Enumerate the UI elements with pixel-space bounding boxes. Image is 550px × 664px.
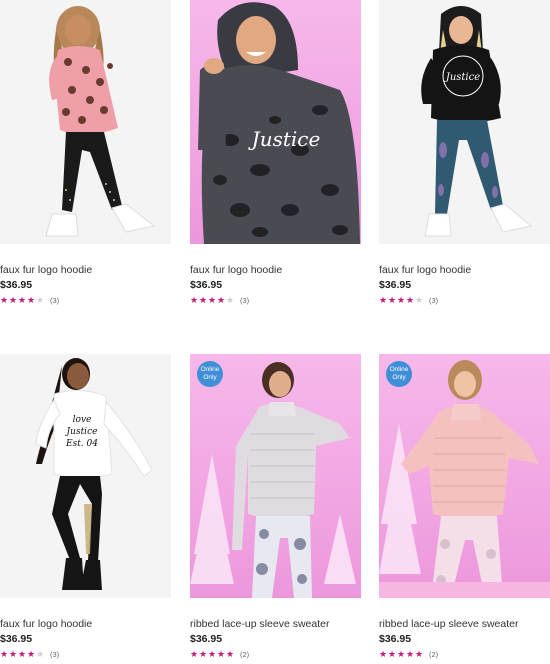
review-count[interactable]: (2) [429,650,438,659]
product-name[interactable]: faux fur logo hoodie [379,264,550,276]
star-rating: ★ ★ ★ ★ ★ [0,295,45,305]
star-icon: ★ [190,649,199,659]
star-icon: ★ [397,295,406,305]
product-price: $36.95 [0,633,33,645]
review-count[interactable]: (3) [429,296,438,305]
star-icon: ★ [27,295,36,305]
product-rating: ★ ★ ★ ★ ★ (3) [0,649,171,659]
product-image[interactable]: Online Only [190,354,361,598]
hoodie-print-line: love [73,415,92,425]
star-icon: ★ [397,649,406,659]
star-icon: ★ [9,649,18,659]
review-count[interactable]: (3) [50,650,59,659]
product-rating: ★ ★ ★ ★ ★ (2) [379,649,550,659]
star-icon: ★ [217,649,226,659]
hoodie-print: Justice [444,72,480,83]
product-price: $36.95 [0,279,33,291]
star-rating: ★ ★ ★ ★ ★ [190,295,235,305]
star-icon: ★ [379,649,388,659]
star-rating: ★ ★ ★ ★ ★ [0,649,45,659]
product-card[interactable]: Online Only ribbed lace-up sleeve sweate… [190,354,361,659]
star-icon: ★ [199,649,208,659]
product-card[interactable]: Justice faux fur logo hoodie $36.95 ★ ★ ★ ★… [379,0,550,305]
badge-line: Online [389,366,409,373]
star-icon: ★ [0,295,9,305]
star-icon: ★ [406,649,415,659]
product-rating: ★ ★ ★ ★ ★ (2) [190,649,361,659]
star-icon: ★ [190,295,199,305]
star-icon: ★ [406,295,415,305]
product-card[interactable]: Online Only ribbed lace-up sleeve sweate… [379,354,550,659]
product-rating: ★ ★ ★ ★ ★ (3) [0,295,171,305]
hoodie-print-line: Justice [65,427,98,437]
star-rating: ★ ★ ★ ★ ★ [190,649,235,659]
product-rating: ★ ★ ★ ★ ★ (3) [379,295,550,305]
star-icon: ★ [18,649,27,659]
star-icon: ★ [27,649,36,659]
badge-line: Only [203,374,217,381]
star-icon: ★ [226,649,235,659]
star-icon: ★ [208,649,217,659]
badge-line: Online [200,366,220,373]
review-count[interactable]: (2) [240,650,249,659]
product-price: $36.95 [379,633,412,645]
online-only-badge: Online Only [197,361,223,387]
star-icon: ★ [199,295,208,305]
product-image[interactable] [0,0,171,244]
hoodie-print: Justice [248,127,321,151]
star-icon: ★ [217,295,226,305]
star-icon: ★ [379,295,388,305]
star-icon: ★ [415,649,424,659]
star-icon: ★ [226,295,235,305]
star-icon: ★ [36,649,45,659]
star-icon: ★ [415,295,424,305]
product-card[interactable]: faux fur logo hoodie $36.95 ★ ★ ★ ★ ★ (3) [0,0,171,305]
star-rating: ★ ★ ★ ★ ★ [379,649,424,659]
star-icon: ★ [388,295,397,305]
product-name[interactable]: faux fur logo hoodie [0,264,171,276]
star-icon: ★ [0,649,9,659]
review-count[interactable]: (3) [50,296,59,305]
product-name[interactable]: faux fur logo hoodie [190,264,361,276]
star-icon: ★ [9,295,18,305]
star-icon: ★ [36,295,45,305]
product-image[interactable]: Online Only [379,354,550,598]
product-image[interactable]: Justice [379,0,550,244]
badge-line: Only [392,374,406,381]
product-price: $36.95 [379,279,412,291]
product-price: $36.95 [190,279,223,291]
star-icon: ★ [208,295,217,305]
product-image[interactable]: Justice [190,0,361,244]
online-only-badge: Online Only [386,361,412,387]
product-name[interactable]: ribbed lace-up sleeve sweater [379,618,550,630]
review-count[interactable]: (3) [240,296,249,305]
star-rating: ★ ★ ★ ★ ★ [379,295,424,305]
product-price: $36.95 [190,633,223,645]
star-icon: ★ [388,649,397,659]
product-card[interactable]: Justice faux fur logo hoodie $36.95 ★ ★ ★ ★… [190,0,361,305]
star-icon: ★ [18,295,27,305]
product-name[interactable]: ribbed lace-up sleeve sweater [190,618,361,630]
product-image[interactable]: love Justice Est. 04 [0,354,171,598]
product-card[interactable]: love Justice Est. 04 faux fur logo hoodi… [0,354,171,659]
hoodie-print-line: Est. 04 [65,439,98,449]
product-name[interactable]: faux fur logo hoodie [0,618,171,630]
product-rating: ★ ★ ★ ★ ★ (3) [190,295,361,305]
